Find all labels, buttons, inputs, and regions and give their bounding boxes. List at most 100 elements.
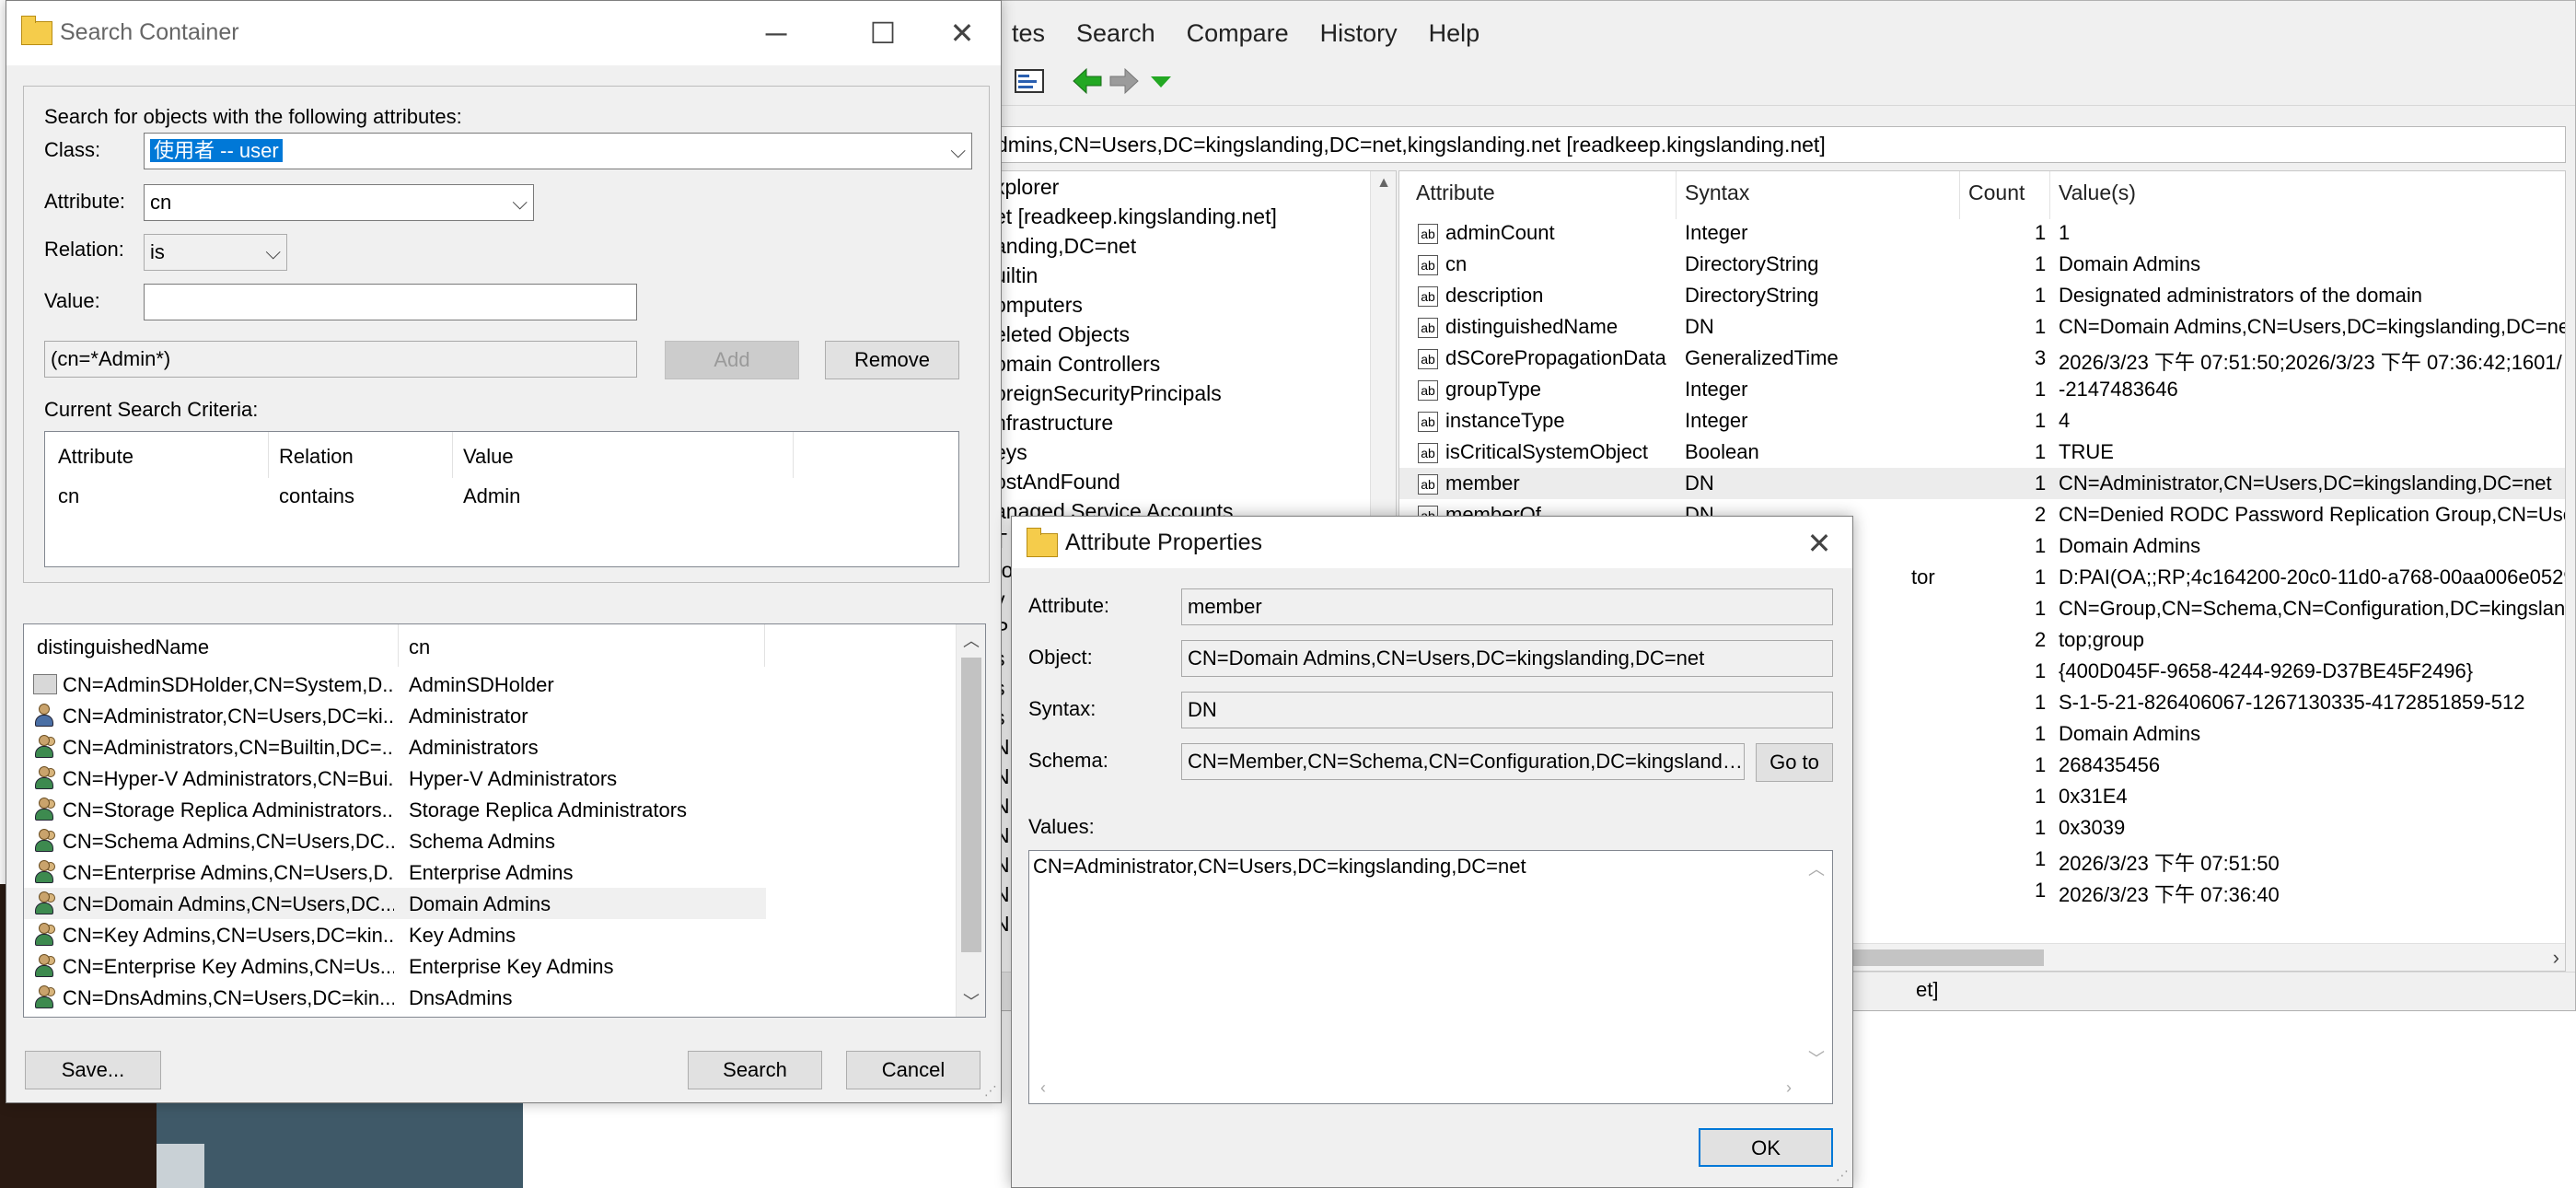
remove-button[interactable]: Remove <box>825 341 959 379</box>
attribute-row-selected[interactable]: ab member DN 1 CN=Administrator,CN=Users,DC=… <box>1399 468 2565 499</box>
tree-item[interactable]: omputers <box>994 293 1083 318</box>
column-header-distinguishedname[interactable]: distinguishedName <box>37 635 209 659</box>
result-row[interactable]: CN=AdminSDHolder,CN=System,D... AdminSDHo… <box>24 669 957 700</box>
result-row[interactable]: CN=Administrator,CN=Users,DC=ki... Admini… <box>24 700 957 731</box>
tree-item[interactable]: anding,DC=net <box>994 234 1136 259</box>
scroll-right-icon[interactable]: › <box>1786 1078 1792 1098</box>
scroll-down-icon[interactable]: ﹀ <box>1808 1046 1825 1070</box>
search-criteria-group: Search for objects with the following at… <box>23 86 990 583</box>
scroll-up-icon[interactable]: ︿ <box>1808 856 1825 880</box>
attribute-field[interactable]: member <box>1181 588 1833 625</box>
result-row[interactable]: CN=Enterprise Key Admins,CN=Us... Enterpr… <box>24 950 957 982</box>
column-header-cn[interactable]: cn <box>409 635 430 659</box>
result-row[interactable]: CN=Key Admins,CN=Users,DC=kin... Key Admi… <box>24 919 957 950</box>
menu-item-history[interactable]: History <box>1320 19 1398 60</box>
tree-item[interactable]: oreignSecurityPrincipals <box>994 381 1222 406</box>
scroll-thumb[interactable] <box>961 658 981 952</box>
syntax-field[interactable]: DN <box>1181 692 1833 728</box>
menu-item-search[interactable]: Search <box>1076 19 1155 60</box>
results-scrollbar[interactable]: ︿ ﹀ <box>956 624 985 1017</box>
attribute-value: D:PAI(OA;;RP;4c164200-20c0-11d0-a768-00a… <box>2059 565 2566 588</box>
chevron-down-icon[interactable]: ⌵ <box>950 134 966 169</box>
relation-combobox[interactable]: is ⌵ <box>144 234 287 271</box>
column-header-attribute[interactable]: Attribute <box>58 445 133 469</box>
attribute-row[interactable]: ab instanceType Integer 1 4 <box>1399 405 2565 437</box>
save-button[interactable]: Save... <box>25 1051 161 1089</box>
attribute-row[interactable]: ab isCriticalSystemObject Boolean 1 TRUE <box>1399 437 2565 468</box>
column-header-attribute[interactable]: Attribute <box>1416 181 1495 205</box>
minimize-icon[interactable]: ─ <box>748 10 804 56</box>
scroll-up-icon[interactable]: ︿ <box>957 628 985 652</box>
add-button[interactable]: Add <box>665 341 799 379</box>
tree-item[interactable]: omain Controllers <box>994 352 1160 377</box>
chevron-down-icon[interactable]: ⌵ <box>512 185 528 220</box>
values-box[interactable]: CN=Administrator,CN=Users,DC=kingslandin… <box>1028 850 1833 1104</box>
result-row-selected[interactable]: CN=Domain Admins,CN=Users,DC... Domain Ad… <box>24 888 766 919</box>
tree-item[interactable]: xplorer <box>994 175 1059 200</box>
column-divider <box>2049 171 2050 219</box>
ok-button[interactable]: OK <box>1699 1128 1833 1167</box>
forward-arrow-icon[interactable] <box>1108 67 1141 97</box>
close-icon[interactable]: ✕ <box>934 10 990 56</box>
result-row[interactable]: CN=Schema Admins,CN=Users,DC... Schema Ad… <box>24 825 957 856</box>
result-row[interactable]: CN=Hyper-V Administrators,CN=Bui... Hyper… <box>24 763 957 794</box>
dropdown-arrow-icon[interactable] <box>1144 67 1178 97</box>
attribute-row[interactable]: ab distinguishedName DN 1 CN=Domain Admins,C… <box>1399 311 2565 343</box>
result-cn: Administrators <box>409 736 539 759</box>
column-header-values[interactable]: Value(s) <box>2059 181 2136 205</box>
attribute-name: adminCount <box>1445 221 1555 244</box>
tree-item[interactable]: et [readkeep.kingslanding.net] <box>994 204 1277 229</box>
scroll-left-icon[interactable]: ‹ <box>1040 1078 1046 1098</box>
tree-item[interactable]: ostAndFound <box>994 470 1120 495</box>
result-row[interactable]: CN=DnsAdmins,CN=Users,DC=kin... DnsAdmins <box>24 982 957 1013</box>
column-header-count[interactable]: Count <box>1968 181 2025 205</box>
scroll-up-icon[interactable]: ▲ <box>1371 175 1397 192</box>
attribute-properties-dialog: Attribute Properties ✕ Attribute: member… <box>1011 516 1853 1188</box>
scroll-down-icon[interactable]: ﹀ <box>957 989 985 1013</box>
result-row[interactable]: CN=Storage Replica Administrators... Stor… <box>24 794 957 825</box>
column-header-syntax[interactable]: Syntax <box>1685 181 1749 205</box>
tree-item[interactable]: nfrastructure <box>994 411 1113 436</box>
result-row[interactable]: CN=Administrators,CN=Builtin,DC=... Admin… <box>24 731 957 763</box>
value-label: Value: <box>44 289 100 312</box>
class-combobox[interactable]: 使用者 -- user ⌵ <box>144 133 972 169</box>
criteria-row[interactable]: cn contains Admin <box>45 480 958 511</box>
resize-grip-icon[interactable]: ⋰ <box>1836 1168 1849 1183</box>
criteria-list[interactable]: Attribute Relation Value cn contains Adm… <box>44 431 959 567</box>
attribute-value: 4 <box>2059 409 2071 432</box>
value-input[interactable] <box>144 284 637 320</box>
maximize-icon[interactable]: ☐ <box>855 10 911 56</box>
attribute-icon: ab <box>1418 286 1438 307</box>
value-item[interactable]: CN=Administrator,CN=Users,DC=kingslandin… <box>1033 855 1526 879</box>
schema-field[interactable]: CN=Member,CN=Schema,CN=Configuration,DC=… <box>1181 743 1745 780</box>
close-icon[interactable]: ✕ <box>1792 520 1847 566</box>
result-row[interactable]: CN=Enterprise Admins,CN=Users,D... Enterp… <box>24 856 957 888</box>
attribute-row[interactable]: ab description DirectoryString 1 Designated … <box>1399 280 2565 311</box>
menu-item-tes[interactable]: tes <box>1012 19 1045 60</box>
attribute-syntax: Integer <box>1685 221 1748 244</box>
goto-button[interactable]: Go to <box>1756 743 1833 782</box>
search-button[interactable]: Search <box>688 1051 822 1089</box>
attribute-row[interactable]: ab groupType Integer 1 -2147483646 <box>1399 374 2565 405</box>
scroll-right-icon[interactable]: › <box>2553 944 2559 971</box>
attribute-name: description <box>1445 284 1544 307</box>
column-header-relation[interactable]: Relation <box>279 445 354 469</box>
properties-icon[interactable] <box>1014 67 1047 97</box>
object-field[interactable]: CN=Domain Admins,CN=Users,DC=kingslandin… <box>1181 640 1833 677</box>
back-arrow-icon[interactable] <box>1071 67 1104 97</box>
attribute-row[interactable]: ab adminCount Integer 1 1 <box>1399 217 2565 249</box>
tree-item[interactable]: eleted Objects <box>994 322 1130 347</box>
attribute-count: 1 <box>2035 847 2047 870</box>
filter-display[interactable]: (cn=*Admin*) <box>44 341 637 378</box>
menu-item-compare[interactable]: Compare <box>1187 19 1289 60</box>
attribute-row[interactable]: ab cn DirectoryString 1 Domain Admins <box>1399 249 2565 280</box>
chevron-down-icon[interactable]: ⌵ <box>265 235 281 270</box>
search-results-list[interactable]: distinguishedName cn CN=AdminSDHolder,CN… <box>23 623 986 1018</box>
column-header-value[interactable]: Value <box>463 445 514 469</box>
menu-item-help[interactable]: Help <box>1429 19 1480 60</box>
attribute-combobox[interactable]: cn ⌵ <box>144 184 534 221</box>
resize-grip-icon[interactable]: ⋰ <box>984 1083 997 1099</box>
attribute-row[interactable]: ab dSCorePropagationData GeneralizedTime 3 2… <box>1399 343 2565 374</box>
address-bar[interactable]: dmins,CN=Users,DC=kingslanding,DC=net,ki… <box>986 126 2566 163</box>
cancel-button[interactable]: Cancel <box>846 1051 981 1089</box>
